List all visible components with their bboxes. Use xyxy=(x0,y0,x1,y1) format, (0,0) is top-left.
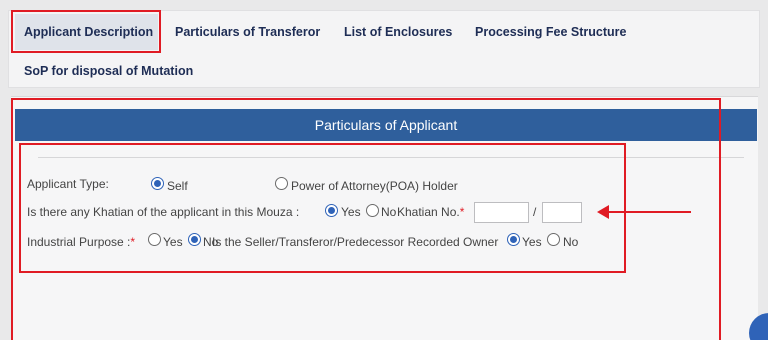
tab-processing-fee-structure[interactable]: Processing Fee Structure xyxy=(475,25,626,39)
tab-particulars-of-transferor[interactable]: Particulars of Transferor xyxy=(175,25,320,39)
annotation-arrow-head xyxy=(597,205,609,219)
tab-list-of-enclosures[interactable]: List of Enclosures xyxy=(344,25,452,39)
annotation-arrow-line xyxy=(606,211,691,213)
annotation-highlight-form xyxy=(19,143,626,273)
tab-sop-disposal-mutation[interactable]: SoP for disposal of Mutation xyxy=(24,64,193,78)
annotation-highlight-tab xyxy=(11,10,161,53)
